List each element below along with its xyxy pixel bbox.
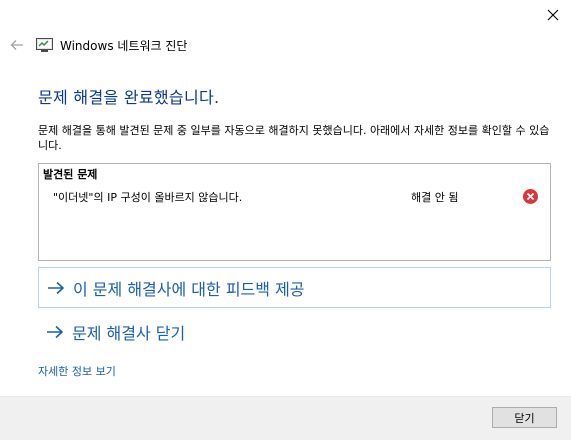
view-details-link[interactable]: 자세한 정보 보기 [38, 363, 116, 379]
arrow-right-icon [47, 281, 65, 295]
problem-row[interactable]: "이더넷"의 IP 구성이 올바르지 않습니다. 해결 안 됨 [39, 188, 550, 206]
window-close-button[interactable] [535, 0, 571, 30]
error-icon [523, 189, 538, 204]
problems-found-panel: 발견된 문제 "이더넷"의 IP 구성이 올바르지 않습니다. 해결 안 됨 [38, 163, 551, 261]
close-troubleshooter-label: 문제 해결사 닫기 [72, 324, 186, 343]
window-title: Windows 네트워크 진단 [60, 38, 188, 53]
network-diagnostics-icon [36, 37, 54, 53]
page-heading: 문제 해결을 완료했습니다. [38, 88, 220, 107]
close-button[interactable]: 닫기 [492, 407, 557, 428]
feedback-link-label: 이 문제 해결사에 대한 피드백 제공 [73, 279, 305, 299]
feedback-link-box[interactable]: 이 문제 해결사에 대한 피드백 제공 [38, 267, 551, 308]
feedback-link[interactable]: 이 문제 해결사에 대한 피드백 제공 [47, 276, 305, 300]
page-description: 문제 해결을 통해 발견된 문제 중 일부를 자동으로 해결하지 못했습니다. … [38, 124, 550, 152]
problem-status: 해결 안 됨 [411, 191, 459, 204]
close-icon [547, 9, 559, 21]
arrow-right-icon [46, 325, 64, 339]
back-button[interactable] [8, 36, 26, 54]
problems-found-header: 발견된 문제 [43, 168, 98, 181]
footer-bar: 닫기 [0, 396, 571, 440]
troubleshooter-window: Windows 네트워크 진단 문제 해결을 완료했습니다. 문제 해결을 통해… [0, 0, 571, 440]
title-bar: Windows 네트워크 진단 [8, 33, 187, 57]
problem-description: "이더넷"의 IP 구성이 올바르지 않습니다. [53, 191, 243, 204]
back-arrow-icon [10, 40, 23, 50]
close-troubleshooter-link[interactable]: 문제 해결사 닫기 [46, 320, 185, 344]
